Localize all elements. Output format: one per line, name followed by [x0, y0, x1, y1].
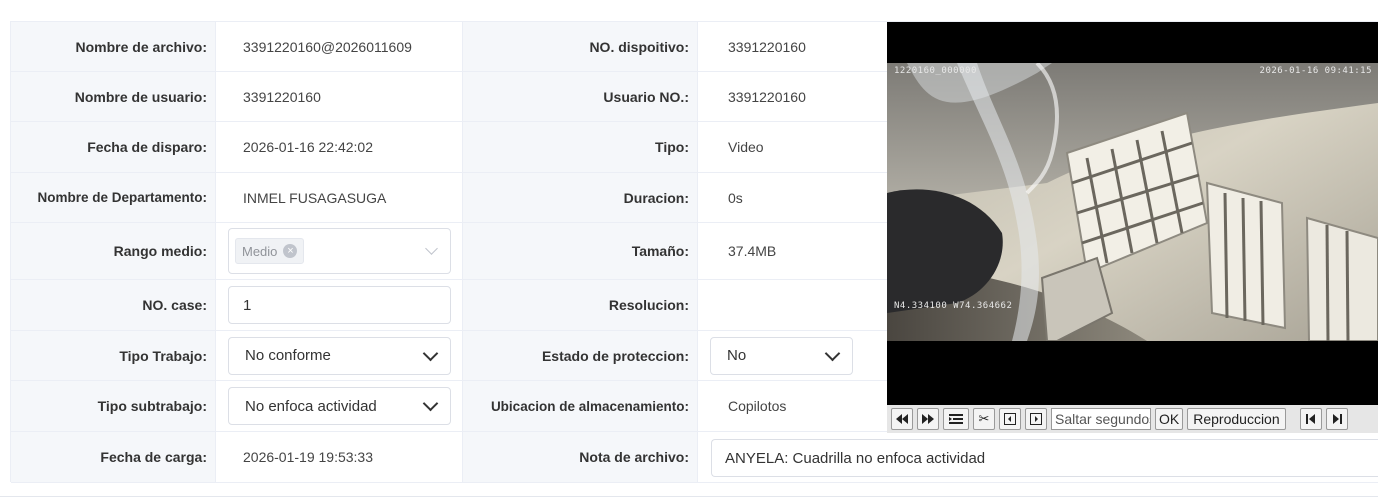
work-subtype-label: Tipo subtrabajo: — [11, 381, 216, 432]
department-value: INMEL FUSAGASUGA — [216, 173, 463, 223]
storage-value: Copilotos — [698, 381, 888, 432]
resolution-label: Resolucion: — [463, 280, 698, 331]
trigger-date-value: 2026-01-16 22:42:02 — [216, 122, 463, 173]
media-range-cell: Medio × — [216, 223, 463, 280]
step-back-icon[interactable] — [999, 408, 1021, 430]
work-type-selected: No conforme — [245, 347, 331, 364]
player-controls: ✂ Saltar segundos OK Reproduccion — [887, 405, 1378, 433]
media-range-tag: Medio × — [235, 238, 305, 264]
skip-end-icon[interactable] — [1325, 408, 1348, 430]
list-icon[interactable] — [943, 408, 969, 430]
chevron-down-icon — [425, 242, 438, 255]
work-subtype-select[interactable]: No enfoca actividad — [228, 387, 451, 425]
osd-gps: N4.334100 W74.364662 — [894, 301, 1013, 311]
duration-label: Duracion: — [463, 173, 698, 223]
file-note-input[interactable]: ANYELA: Cuadrilla no enfoca actividad — [711, 439, 1378, 477]
work-type-label: Tipo Trabajo: — [11, 331, 216, 381]
file-name-value: 3391220160@2026011609 — [216, 22, 463, 72]
osd-timestamp: 2026-01-16 09:41:15 — [1259, 66, 1372, 76]
rewind-icon[interactable] — [891, 408, 913, 430]
work-subtype-selected: No enfoca actividad — [245, 397, 377, 415]
media-range-label: Rango medio: — [11, 223, 216, 280]
type-value: Video — [698, 122, 888, 173]
device-no-value: 3391220160 — [698, 22, 888, 72]
ok-button[interactable]: OK — [1155, 408, 1184, 430]
fast-forward-icon[interactable] — [917, 408, 939, 430]
step-forward-icon[interactable] — [1025, 408, 1047, 430]
scissors-icon[interactable]: ✂ — [973, 408, 995, 430]
case-no-label: NO. case: — [11, 280, 216, 331]
chevron-down-icon — [422, 345, 439, 361]
department-label: Nombre de Departamento: — [11, 173, 216, 223]
work-type-select[interactable]: No conforme — [228, 336, 451, 375]
media-range-tag-label: Medio — [242, 243, 278, 259]
video-frame-image — [887, 63, 1378, 341]
osd-device-id: 1220160_000000 — [894, 66, 977, 76]
work-type-cell: No conforme — [216, 331, 463, 381]
user-no-label: Usuario NO.: — [463, 72, 698, 122]
size-value: 37.4MB — [698, 223, 888, 280]
resolution-value — [698, 280, 888, 331]
video-player[interactable]: 1220160_000000 2026-01-16 09:41:15 N4.33… — [887, 22, 1378, 405]
protection-cell: No — [698, 331, 888, 381]
duration-value: 0s — [698, 173, 888, 223]
case-no-cell: 1 — [216, 280, 463, 331]
chevron-down-icon — [422, 395, 439, 412]
media-range-select[interactable]: Medio × — [228, 228, 451, 274]
divider — [0, 496, 1378, 497]
skip-start-icon[interactable] — [1299, 408, 1322, 430]
video-frame: 1220160_000000 2026-01-16 09:41:15 N4.33… — [887, 63, 1378, 341]
type-label: Tipo: — [463, 122, 698, 173]
playback-button[interactable]: Reproduccion — [1187, 408, 1286, 430]
user-name-value: 3391220160 — [216, 72, 463, 122]
protection-selected: No — [727, 347, 747, 364]
device-no-label: NO. dispoitivo: — [463, 22, 698, 72]
work-subtype-cell: No enfoca actividad — [216, 381, 463, 432]
file-name-label: Nombre de archivo: — [11, 22, 216, 72]
upload-date-value: 2026-01-19 19:53:33 — [216, 432, 463, 483]
storage-label: Ubicacion de almacenamiento: — [463, 381, 698, 432]
chevron-down-icon — [824, 345, 841, 361]
tag-close-icon[interactable]: × — [283, 244, 298, 258]
trigger-date-label: Fecha de disparo: — [11, 122, 216, 173]
protection-select[interactable]: No — [710, 336, 853, 375]
user-no-value: 3391220160 — [698, 72, 888, 122]
user-name-label: Nombre de usuario: — [11, 72, 216, 122]
seek-seconds-input[interactable]: Saltar segundos — [1051, 408, 1151, 430]
protection-label: Estado de proteccion: — [463, 331, 698, 381]
file-note-label: Nota de archivo: — [463, 432, 698, 483]
size-label: Tamaño: — [463, 223, 698, 280]
upload-date-label: Fecha de carga: — [11, 432, 216, 483]
case-no-input[interactable]: 1 — [228, 286, 451, 324]
